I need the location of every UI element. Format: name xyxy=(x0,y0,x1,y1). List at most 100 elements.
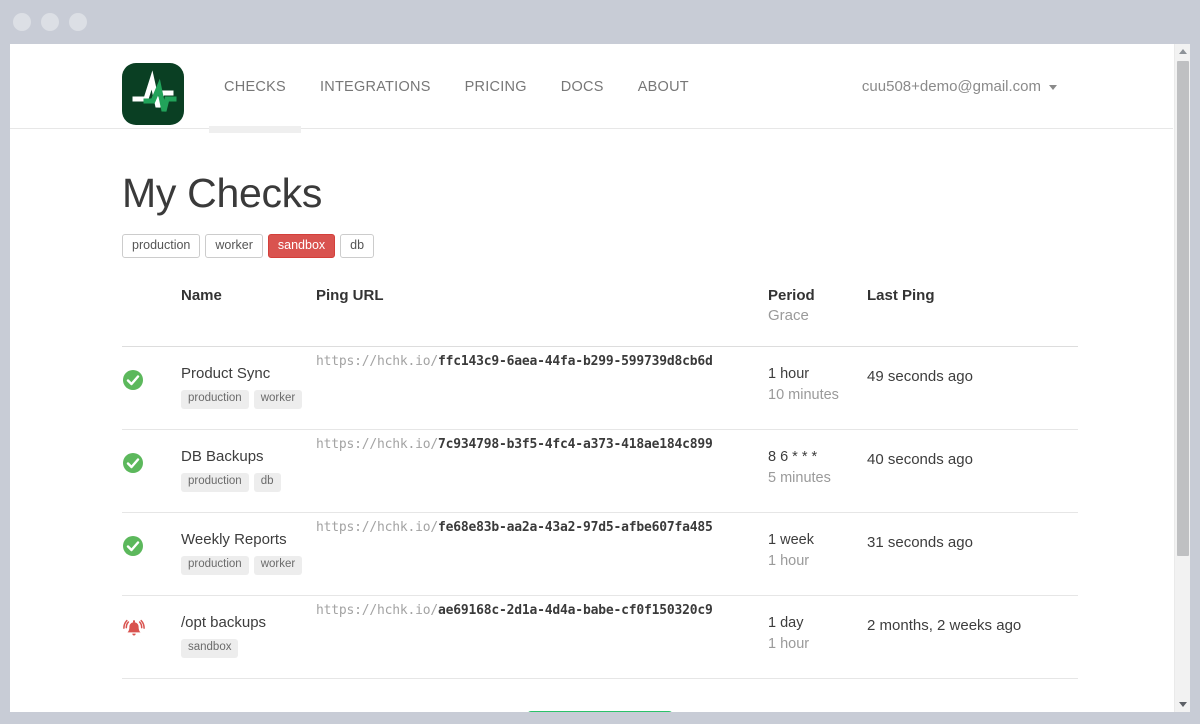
check-name-cell: /opt backups sandbox xyxy=(181,595,316,679)
ping-url-host: https://hchk.io/ xyxy=(316,519,439,535)
close-dot[interactable] xyxy=(13,13,31,31)
check-tag-list: production worker xyxy=(181,390,316,409)
nav-link-about[interactable]: ABOUT xyxy=(621,44,706,129)
nav-link-pricing[interactable]: PRICING xyxy=(448,44,544,129)
check-ping-url-cell[interactable]: https://hchk.io/ffc143c9-6aea-44fa-b299-… xyxy=(316,346,768,430)
main-content: My Checks production worker sandbox db N… xyxy=(10,170,1173,712)
ringing-bell-icon xyxy=(122,619,146,646)
nav-link-checks[interactable]: CHECKS xyxy=(207,44,303,133)
chevron-down-icon xyxy=(1049,85,1057,90)
window-controls xyxy=(13,13,87,31)
ping-url-uuid: ae69168c-2d1a-4d4a-babe-cf0f150320c9 xyxy=(438,602,713,618)
check-status-cell xyxy=(122,595,181,679)
check-grace: 10 minutes xyxy=(768,387,839,404)
check-tag-list: production db xyxy=(181,473,316,492)
heartbeat-logo-icon[interactable] xyxy=(122,63,184,125)
table-header-row: Name Ping URL Period Grace Last Ping xyxy=(122,286,1078,347)
check-name[interactable]: DB Backups xyxy=(181,448,316,466)
check-status-cell xyxy=(122,512,181,596)
check-last-ping: 49 seconds ago xyxy=(867,346,1078,430)
checks-table: Name Ping URL Period Grace Last Ping Pro… xyxy=(122,286,1078,679)
ping-url-host: https://hchk.io/ xyxy=(316,436,439,452)
primary-nav: CHECKS INTEGRATIONS PRICING DOCS ABOUT xyxy=(207,44,706,133)
check-status-cell xyxy=(122,346,181,430)
check-ping-url-cell[interactable]: https://hchk.io/7c934798-b3f5-4fc4-a373-… xyxy=(316,429,768,513)
column-header-period-label: Period xyxy=(768,286,815,304)
check-ping-url-cell[interactable]: https://hchk.io/fe68e83b-aa2a-43a2-97d5-… xyxy=(316,512,768,596)
browser-window: CHECKS INTEGRATIONS PRICING DOCS ABOUT c… xyxy=(0,0,1200,724)
tag-filter-sandbox[interactable]: sandbox xyxy=(267,234,336,258)
browser-titlebar xyxy=(0,0,1190,44)
check-period: 1 day xyxy=(768,614,804,631)
check-grace: 5 minutes xyxy=(768,470,831,487)
check-period-cell: 1 week 1 hour xyxy=(768,512,867,596)
page-content: CHECKS INTEGRATIONS PRICING DOCS ABOUT c… xyxy=(10,44,1173,712)
column-header-last-ping: Last Ping xyxy=(867,286,1078,347)
minimize-dot[interactable] xyxy=(41,13,59,31)
check-name[interactable]: Product Sync xyxy=(181,365,316,383)
check-name-cell: Product Sync production worker xyxy=(181,346,316,430)
add-check-button[interactable]: Add Check xyxy=(526,710,674,712)
check-period: 1 week xyxy=(768,531,814,548)
ping-url-host: https://hchk.io/ xyxy=(316,353,439,369)
column-header-ping-url: Ping URL xyxy=(316,286,768,347)
check-grace: 1 hour xyxy=(768,553,810,570)
maximize-dot[interactable] xyxy=(69,13,87,31)
check-name[interactable]: Weekly Reports xyxy=(181,531,316,549)
user-account-menu[interactable]: cuu508+demo@gmail.com xyxy=(862,44,1057,129)
check-name[interactable]: /opt backups xyxy=(181,614,316,632)
check-tag[interactable]: production xyxy=(181,556,249,575)
check-period-cell: 8 6 * * * 5 minutes xyxy=(768,429,867,513)
check-tag[interactable]: db xyxy=(253,473,281,492)
check-tag[interactable]: production xyxy=(181,390,249,409)
check-period: 1 hour xyxy=(768,365,810,382)
user-email-label: cuu508+demo@gmail.com xyxy=(861,78,1041,95)
column-header-status xyxy=(122,286,181,347)
ping-url-uuid: fe68e83b-aa2a-43a2-97d5-afbe607fa485 xyxy=(438,519,713,535)
tag-filter-bar: production worker sandbox db xyxy=(122,234,1061,258)
nav-link-integrations[interactable]: INTEGRATIONS xyxy=(303,44,448,129)
page-title: My Checks xyxy=(122,170,323,216)
scrollbar-thumb[interactable] xyxy=(1177,61,1189,556)
column-header-grace-label: Grace xyxy=(768,306,809,324)
check-status-cell xyxy=(122,429,181,513)
table-row[interactable]: Weekly Reports production worker https:/… xyxy=(122,512,1078,596)
check-tag[interactable]: production xyxy=(181,473,249,492)
check-period-cell: 1 hour 10 minutes xyxy=(768,346,867,430)
table-row[interactable]: Product Sync production worker https://h… xyxy=(122,346,1078,430)
check-last-ping: 2 months, 2 weeks ago xyxy=(867,595,1078,679)
ping-url-host: https://hchk.io/ xyxy=(316,602,439,618)
check-name-cell: Weekly Reports production worker xyxy=(181,512,316,596)
check-tag[interactable]: worker xyxy=(253,556,303,575)
scroll-down-arrow-icon[interactable] xyxy=(1175,697,1190,712)
check-ping-url-cell[interactable]: https://hchk.io/ae69168c-2d1a-4d4a-babe-… xyxy=(316,595,768,679)
check-grace: 1 hour xyxy=(768,636,810,653)
vertical-scrollbar[interactable] xyxy=(1174,44,1190,712)
check-tag[interactable]: worker xyxy=(253,390,303,409)
check-tag-list: production worker xyxy=(181,556,316,575)
check-name-cell: DB Backups production db xyxy=(181,429,316,513)
check-period-cell: 1 day 1 hour xyxy=(768,595,867,679)
check-tag[interactable]: sandbox xyxy=(181,639,239,658)
tag-filter-worker[interactable]: worker xyxy=(205,234,263,258)
nav-link-docs[interactable]: DOCS xyxy=(544,44,621,129)
check-circle-icon xyxy=(122,535,144,561)
tag-filter-db[interactable]: db xyxy=(340,234,375,258)
check-period: 8 6 * * * xyxy=(768,448,818,465)
table-row[interactable]: DB Backups production db https://hchk.io… xyxy=(122,429,1078,513)
check-last-ping: 40 seconds ago xyxy=(867,429,1078,513)
check-tag-list: sandbox xyxy=(181,639,316,658)
ping-url-uuid: ffc143c9-6aea-44fa-b299-599739d8cb6d xyxy=(438,353,713,369)
column-header-name: Name xyxy=(181,286,316,347)
table-row[interactable]: /opt backups sandbox https://hchk.io/ae6… xyxy=(122,595,1078,679)
page-viewport: CHECKS INTEGRATIONS PRICING DOCS ABOUT c… xyxy=(10,44,1190,712)
column-header-period: Period Grace xyxy=(768,286,867,347)
add-check-container: Add Check xyxy=(122,710,1078,712)
check-circle-icon xyxy=(122,369,144,395)
tag-filter-production[interactable]: production xyxy=(122,234,201,258)
site-navbar: CHECKS INTEGRATIONS PRICING DOCS ABOUT c… xyxy=(10,44,1173,133)
check-circle-icon xyxy=(122,452,144,478)
scroll-up-arrow-icon[interactable] xyxy=(1175,44,1190,59)
check-last-ping: 31 seconds ago xyxy=(867,512,1078,596)
ping-url-uuid: 7c934798-b3f5-4fc4-a373-418ae184c899 xyxy=(438,436,713,452)
